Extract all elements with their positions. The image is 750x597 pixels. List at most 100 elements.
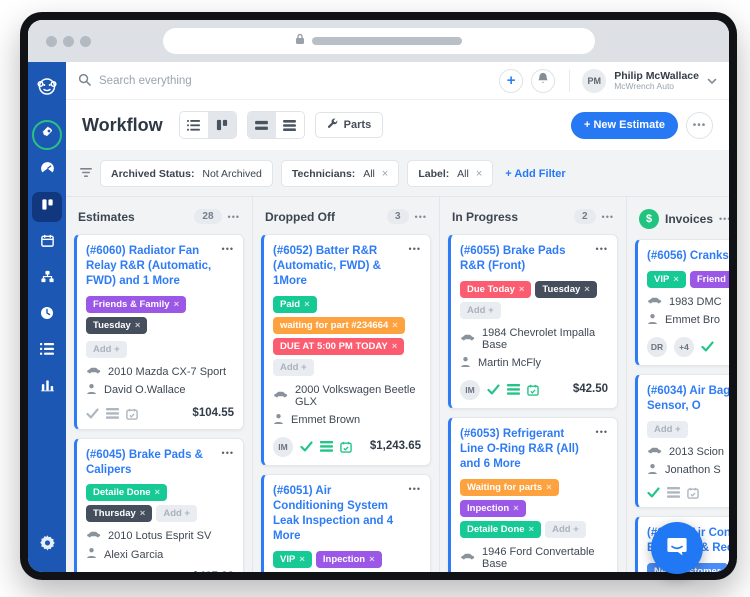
job-card[interactable]: (#6045) Brake Pads & Calipers ••• Detaile … [74,438,244,572]
user-avatar[interactable]: PM [582,69,606,93]
list-status-icon[interactable] [106,408,119,419]
workflow-menu-button[interactable]: ••• [686,112,713,139]
check-status-icon[interactable] [701,341,714,352]
search-input[interactable]: Search everything [78,73,491,89]
notifications-button[interactable] [531,69,555,93]
tag-remove-icon[interactable]: × [529,524,535,535]
filter-chip[interactable]: Technicians: All× [281,160,399,187]
label-tag[interactable]: Detaile Done× [86,484,167,501]
tag-remove-icon[interactable]: × [174,299,180,310]
column-menu-button[interactable]: ••• [415,212,427,222]
calendar-status-icon[interactable] [687,487,699,499]
parts-button[interactable]: Parts [315,112,384,138]
add-tag-button[interactable]: Add + [460,302,501,319]
job-card-title[interactable]: (#6034) Air Bag (Side Sensor, O [647,384,729,414]
job-card-menu-button[interactable]: ••• [409,484,421,494]
filter-chip[interactable]: Archived Status: Not Archived [100,160,273,187]
label-tag[interactable]: Inpection× [460,500,526,517]
list-status-icon[interactable] [507,384,520,395]
tag-remove-icon[interactable]: × [155,487,161,498]
filter-chip[interactable]: Label: All× [407,160,493,187]
job-card-menu-button[interactable]: ••• [222,244,234,254]
list-status-icon[interactable] [320,441,333,452]
label-tag[interactable]: Paid× [273,296,317,313]
tag-remove-icon[interactable]: × [140,508,146,519]
new-estimate-button[interactable]: + New Estimate [571,112,678,139]
job-card-title[interactable]: (#6051) Air Conditioning System Leak Ins… [273,484,403,544]
job-card-title[interactable]: (#6052) Batter R&R (Automatic, FWD) & 1M… [273,244,403,289]
job-card-title[interactable]: (#6056) Cranks [647,249,729,264]
chevron-down-icon[interactable] [707,72,717,90]
sidebar-item-settings[interactable] [32,529,62,559]
label-tag[interactable]: Tuesday× [86,317,147,334]
label-tag[interactable]: VIP× [273,551,312,568]
label-tag[interactable]: Friends & Family× [86,296,186,313]
column-menu-button[interactable]: ••• [719,214,729,224]
job-card-title[interactable]: (#6045) Brake Pads & Calipers [86,448,216,478]
sidebar-item-dashboard[interactable] [32,156,62,186]
tag-remove-icon[interactable]: × [369,554,375,565]
job-card-menu-button[interactable]: ••• [222,448,234,458]
comfortable-density-button[interactable] [248,112,276,138]
calendar-status-icon[interactable] [126,408,138,420]
kanban-view-button[interactable] [208,112,236,138]
job-card-title[interactable]: (#6060) Radiator Fan Relay R&R (Automati… [86,244,216,289]
job-card-title[interactable]: (#6053) Refrigerant Line O-Ring R&R (All… [460,427,590,472]
add-tag-button[interactable]: Add + [273,359,314,376]
label-tag[interactable]: Thursday× [86,505,152,522]
quick-add-button[interactable]: + [499,69,523,93]
sidebar-item-launch[interactable] [32,120,62,150]
sidebar-item-calendar[interactable] [32,228,62,258]
label-tag[interactable]: Friend [690,271,729,288]
job-card[interactable]: (#6034) Air Bag (Side Sensor, O•••Add +2… [635,374,729,508]
label-tag[interactable]: Inpection× [316,551,382,568]
tag-remove-icon[interactable]: × [673,274,679,285]
add-tag-button[interactable]: Add + [86,341,127,358]
tag-remove-icon[interactable]: × [546,482,552,493]
job-card[interactable]: (#6060) Radiator Fan Relay R&R (Automati… [74,234,244,430]
job-card[interactable]: (#6055) Brake Pads R&R (Front) ••• Due Tod… [448,234,618,409]
sidebar-item-connections[interactable] [32,264,62,294]
job-card-title[interactable]: (#6055) Brake Pads R&R (Front) [460,244,590,274]
check-status-icon[interactable] [487,384,500,395]
address-bar[interactable] [163,28,595,54]
window-close-button[interactable] [46,36,57,47]
check-status-icon[interactable] [300,441,313,452]
tag-remove-icon[interactable]: × [513,503,519,514]
check-status-icon[interactable] [647,487,660,498]
tag-remove-icon[interactable]: × [392,320,398,331]
sidebar-item-workflow[interactable] [32,192,62,222]
compact-density-button[interactable] [276,112,304,138]
window-maximize-button[interactable] [80,36,91,47]
calendar-status-icon[interactable] [527,384,539,396]
label-tag[interactable]: Due Today× [460,281,531,298]
chat-launcher-button[interactable] [651,522,703,574]
column-menu-button[interactable]: ••• [228,212,240,222]
job-card[interactable]: (#6051) Air Conditioning System Leak Ins… [261,474,431,572]
job-card-menu-button[interactable]: ••• [409,244,421,254]
tag-remove-icon[interactable]: × [299,554,305,565]
label-tag[interactable]: Tuesday× [535,281,596,298]
label-tag[interactable]: Detaile Done× [460,521,541,538]
window-controls[interactable] [46,36,91,47]
job-card[interactable]: (#6056) Cranks•••VIP×Friend1983 DMCEmmet… [635,239,729,366]
tag-remove-icon[interactable]: × [584,284,590,295]
add-tag-button[interactable]: Add + [545,521,586,538]
user-menu[interactable]: Philip McWallace McWrench Auto [614,70,699,92]
sidebar-item-time-clock[interactable] [32,300,62,330]
check-status-icon[interactable] [86,408,99,419]
tag-remove-icon[interactable]: × [304,299,310,310]
job-card[interactable]: (#6052) Batter R&R (Automatic, FWD) & 1M… [261,234,431,466]
tag-remove-icon[interactable]: × [135,320,141,331]
label-tag[interactable]: VIP× [647,271,686,288]
column-menu-button[interactable]: ••• [602,212,614,222]
label-tag[interactable]: waiting for part #234664× [273,317,405,334]
add-filter-button[interactable]: + Add Filter [505,168,565,180]
add-tag-button[interactable]: Add + [156,505,197,522]
tag-remove-icon[interactable]: × [392,341,398,352]
tag-remove-icon[interactable]: × [519,284,525,295]
calendar-status-icon[interactable] [340,441,352,453]
list-status-icon[interactable] [667,487,680,498]
job-card-menu-button[interactable]: ••• [596,244,608,254]
sidebar-item-lists[interactable] [32,336,62,366]
